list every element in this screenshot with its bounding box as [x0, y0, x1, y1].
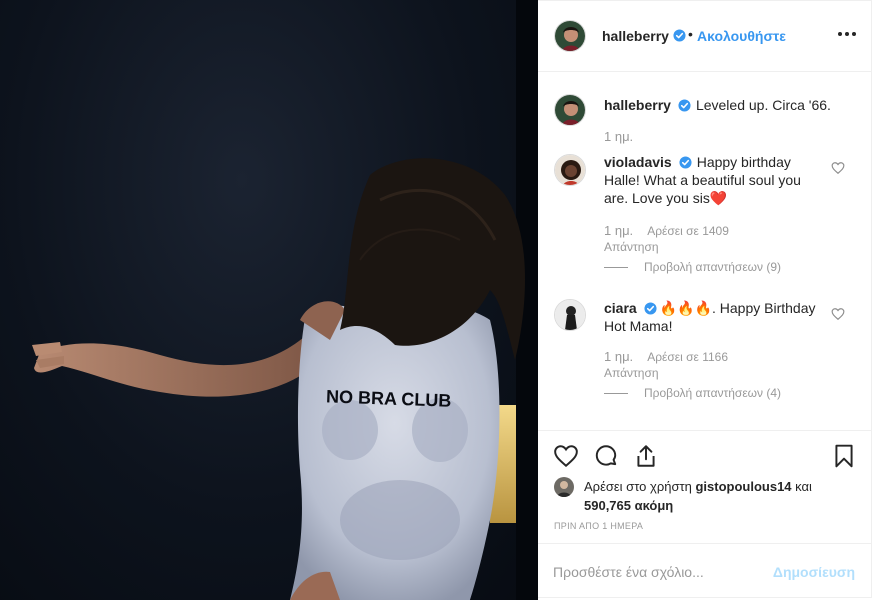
comment-time[interactable]: 1 ημ.: [604, 223, 633, 238]
likes-count[interactable]: 590,765 ακόμη: [584, 498, 673, 513]
follow-button[interactable]: Ακολουθήστε: [697, 28, 786, 44]
likes-prefix: Αρέσει στο χρήστη: [584, 479, 692, 494]
caption-username[interactable]: halleberry: [604, 97, 671, 113]
instagram-post-modal: NO BRA CLUB halleberry • Ακολουθήστε hal…: [0, 0, 875, 600]
post-side-panel: halleberry • Ακολουθήστε halleberry Leve…: [538, 0, 872, 598]
view-replies-label: Προβολή απαντήσεων (4): [644, 386, 782, 400]
heart-icon[interactable]: [553, 443, 579, 469]
post-comment-button[interactable]: Δημοσίευση: [773, 564, 855, 580]
more-options-icon[interactable]: [837, 23, 857, 43]
comment-like-heart-icon[interactable]: [831, 307, 845, 321]
comment-input[interactable]: [553, 558, 773, 586]
likes-text: Αρέσει στο χρήστη gistopoulous14 και 590…: [584, 477, 854, 515]
verified-badge-icon: [644, 302, 657, 315]
arm: [34, 330, 322, 397]
author-username[interactable]: halleberry: [602, 28, 669, 44]
commenter-username[interactable]: violadavis: [604, 154, 672, 170]
avatar-image: [554, 477, 574, 497]
commenter-username[interactable]: ciara: [604, 300, 637, 316]
verified-badge-icon: [678, 99, 691, 112]
view-replies-label: Προβολή απαντήσεων (9): [644, 260, 782, 274]
comment-icon[interactable]: [593, 443, 619, 469]
comment-text: violadavis Happy birthday Halle! What a b…: [604, 153, 824, 207]
reply-button[interactable]: Απάντηση: [604, 365, 728, 381]
post-photo[interactable]: NO BRA CLUB: [0, 0, 538, 600]
caption-body: Leveled up. Circa '66.: [695, 97, 831, 113]
avatar-image: [555, 155, 585, 185]
author-avatar[interactable]: [554, 20, 586, 52]
comment-meta: 1 ημ. Αρέσει σε 1409 Απάντηση: [604, 223, 729, 255]
avatar-image: [555, 300, 585, 330]
view-replies-button[interactable]: Προβολή απαντήσεων (9): [604, 260, 781, 274]
comment-time[interactable]: 1 ημ.: [604, 349, 633, 364]
verified-badge-icon: [673, 29, 686, 42]
share-icon[interactable]: [633, 443, 659, 469]
comment-like-heart-icon[interactable]: [831, 161, 845, 175]
replies-divider: [604, 393, 628, 395]
post-actions: Αρέσει στο χρήστη gistopoulous14 και 590…: [538, 430, 871, 543]
caption-text: halleberry Leveled up. Circa '66.: [604, 96, 854, 114]
likes-conjunction: και: [795, 479, 812, 494]
avatar-image: [555, 21, 585, 51]
comment-meta: 1 ημ. Αρέσει σε 1166 Απάντηση: [604, 349, 728, 381]
comments-list[interactable]: halleberry Leveled up. Circa '66. 1 ημ.: [538, 72, 871, 430]
likes-summary: Αρέσει στο χρήστη gistopoulous14 και 590…: [554, 477, 854, 515]
commenter-avatar[interactable]: [554, 154, 586, 186]
bookmark-icon[interactable]: [831, 443, 857, 469]
comment-likes[interactable]: Αρέσει σε 1166: [647, 350, 728, 364]
commenter-avatar[interactable]: [554, 299, 586, 331]
caption-meta: 1 ημ.: [604, 129, 647, 145]
add-comment-bar: Δημοσίευση: [538, 543, 871, 599]
photo-illustration: NO BRA CLUB: [32, 0, 538, 600]
verified-badge-icon: [679, 156, 692, 169]
comment-text: ciara 🔥🔥🔥. Happy Birthday Hot Mama!: [604, 299, 824, 335]
header-separator: •: [688, 26, 693, 42]
liker-username[interactable]: gistopoulous14: [695, 479, 791, 494]
comment-likes[interactable]: Αρέσει σε 1409: [647, 224, 729, 238]
caption-avatar[interactable]: [554, 94, 586, 126]
liker-avatar[interactable]: [554, 477, 574, 497]
post-timestamp[interactable]: ΠΡΙΝ ΑΠΟ 1 ΗΜΕΡΑ: [554, 521, 643, 531]
avatar-image: [555, 95, 585, 125]
caption-time[interactable]: 1 ημ.: [604, 129, 633, 144]
reply-button[interactable]: Απάντηση: [604, 239, 729, 255]
view-replies-button[interactable]: Προβολή απαντήσεων (4): [604, 386, 781, 400]
replies-divider: [604, 267, 628, 269]
post-header: halleberry • Ακολουθήστε: [538, 1, 871, 72]
